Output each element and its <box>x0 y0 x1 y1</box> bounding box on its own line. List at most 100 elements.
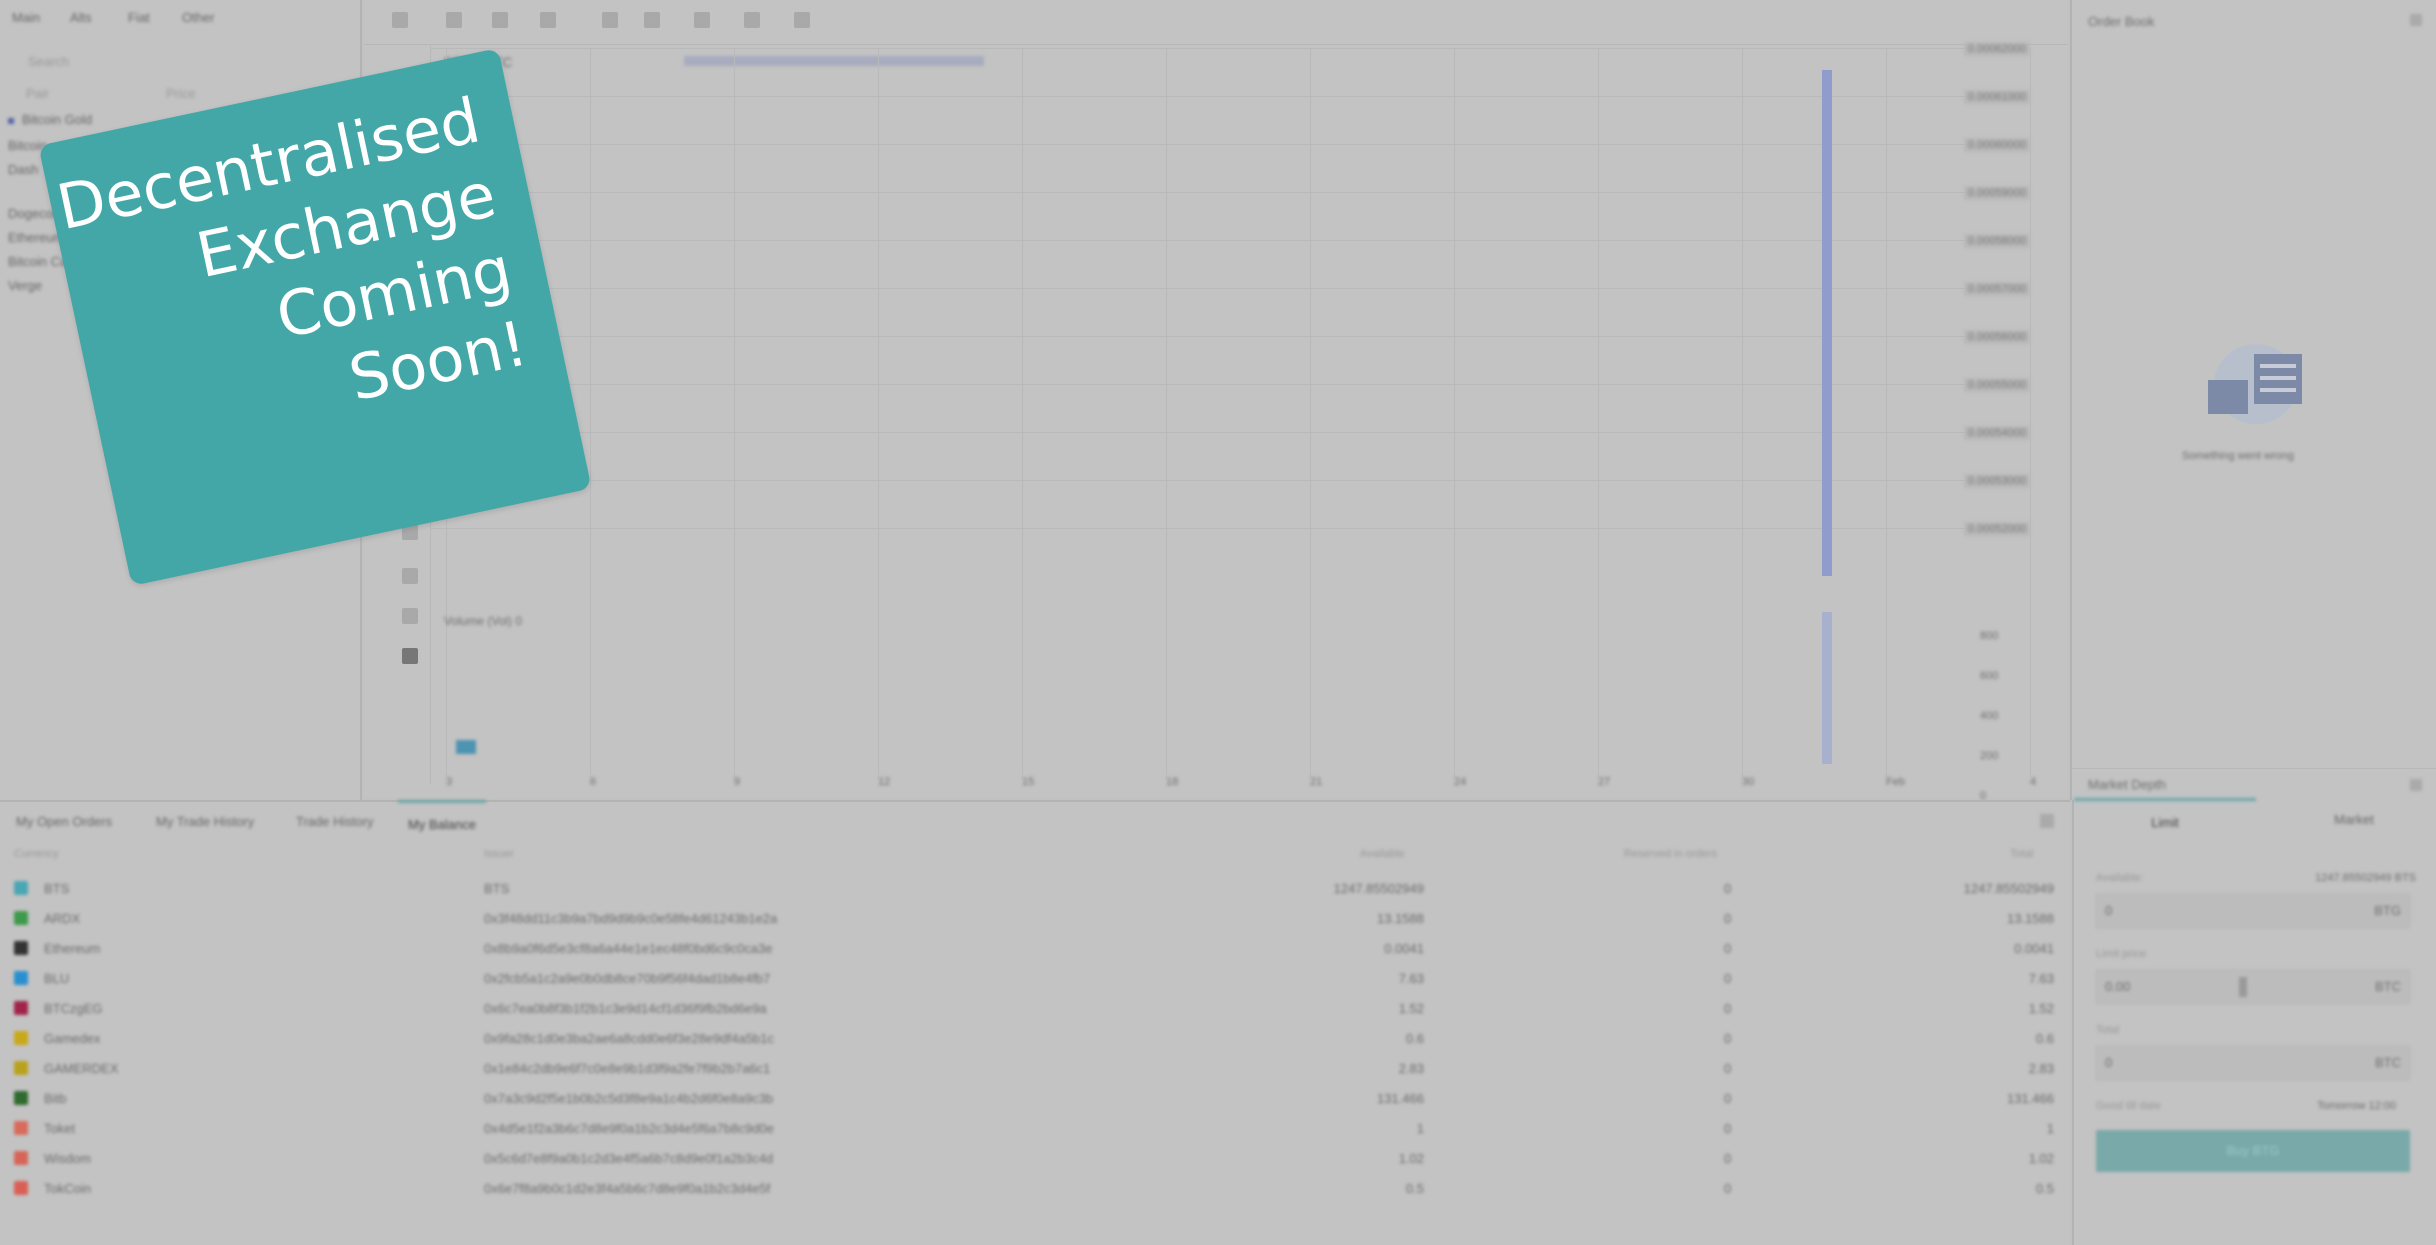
table-row[interactable]: Toket 0x4d5e1f2a3b6c7d8e9f0a1b2c3d4e5f6a7… <box>0 1114 2070 1144</box>
undo-icon[interactable] <box>694 12 710 28</box>
amount-field[interactable]: 0 BTG <box>2096 894 2410 928</box>
magnet-icon[interactable] <box>402 568 418 584</box>
price-candle <box>1822 70 1832 576</box>
tab-fiat[interactable]: Fiat <box>128 10 150 25</box>
currency-cell: BTCzgEG <box>44 1001 103 1016</box>
reserved-cell: 0 <box>1724 1031 1732 1046</box>
column-pair[interactable]: Pair <box>26 86 49 101</box>
issuer-cell: 0x9fa28c1d0e3ba2ae6a8cdd0e6f3e28e9df4a5b… <box>484 1031 774 1046</box>
total-cell: 2.83 <box>2028 1061 2054 1076</box>
issuer-cell: 0x6e7f8a9b0c1d2e3f4a5b6c7d8e9f0a1b2c3d4e… <box>484 1181 771 1196</box>
table-row[interactable]: Gamedex 0x9fa28c1d0e3ba2ae6a8cdd0e6f3e28e… <box>0 1024 2070 1054</box>
table-row[interactable]: TokCoin 0x6e7f8a9b0c1d2e3f4a5b6c7d8e9f0a1… <box>0 1174 2070 1204</box>
grid-line <box>430 192 1990 193</box>
coin-icon <box>14 971 28 985</box>
tab-my-open-orders[interactable]: My Open Orders <box>6 814 122 829</box>
grid-line <box>1022 48 1023 778</box>
currency-cell: Gamedex <box>44 1031 101 1046</box>
grid-line <box>1886 48 1887 778</box>
table-row[interactable]: BLU 0x2fcb5a1c2a9e0b0db8ce70b9f56f4dad1b8… <box>0 964 2070 994</box>
price-stepper-icon[interactable] <box>2239 977 2247 997</box>
price-tick: 0.00062000 <box>1963 42 2030 56</box>
lock-icon[interactable] <box>402 608 418 624</box>
table-row[interactable]: Wisdom 0x5c6d7e8f9a0b1c2d3e4f5a6b7c8d9e0f… <box>0 1144 2070 1174</box>
issuer-cell: BTS <box>484 881 510 896</box>
column-issuer[interactable]: Issuer <box>484 848 514 860</box>
time-tick: 4 <box>2030 776 2037 788</box>
settings-icon[interactable] <box>2040 814 2054 828</box>
table-row[interactable]: BTS BTS 1247.85502949 0 1247.85502949 <box>0 874 2070 904</box>
grid-line <box>1310 48 1311 778</box>
reserved-cell: 0 <box>1724 971 1732 986</box>
table-row[interactable]: GAMERDEX 0x1e84c2db9e6f7c0e8e9b1d3f9a2fe7… <box>0 1054 2070 1084</box>
reserved-cell: 0 <box>1724 881 1732 896</box>
tab-main[interactable]: Main <box>12 10 40 25</box>
column-price[interactable]: Price <box>166 86 196 101</box>
price-input[interactable]: 0.00 <box>2105 979 2130 994</box>
tab-alts[interactable]: Alts <box>70 10 92 25</box>
coming-soon-banner: Decentralised Exchange Coming Soon! <box>38 48 592 586</box>
indicator-icon[interactable] <box>492 12 508 28</box>
buy-button[interactable]: Buy BTG <box>2096 1130 2410 1172</box>
reserved-cell: 0 <box>1724 1121 1732 1136</box>
market-name: Dash <box>8 162 39 177</box>
table-row[interactable]: Ethereum 0x8b9a0f6d5e3cf8a6a44e1e1ec48f0b… <box>0 934 2070 964</box>
reserved-cell: 0 <box>1724 1001 1732 1016</box>
market-row[interactable]: Verge <box>8 278 42 293</box>
time-tick: Feb <box>1886 776 1905 788</box>
timeframe-icon[interactable] <box>392 12 408 28</box>
collapse-icon[interactable] <box>2410 14 2422 26</box>
screenshot-icon[interactable] <box>644 12 660 28</box>
amount-input[interactable]: 0 <box>2105 903 2112 918</box>
tab-trade-history[interactable]: Trade History <box>286 814 384 829</box>
column-total[interactable]: Total <box>2010 848 2033 860</box>
tab-my-trade-history[interactable]: My Trade History <box>146 814 264 829</box>
price-tick: 0.00060000 <box>1963 138 2030 152</box>
tab-limit[interactable]: Limit <box>2074 798 2256 830</box>
market-depth-header: Market Depth <box>2070 768 2436 800</box>
reserved-cell: 0 <box>1724 1181 1732 1196</box>
currency-cell: GAMERDEX <box>44 1061 119 1076</box>
price-tick: 0.00054000 <box>1963 426 2030 440</box>
selected-marker-icon <box>8 117 14 124</box>
tab-my-balance[interactable]: My Balance <box>398 800 486 832</box>
price-tick: 0.00061000 <box>1963 90 2030 104</box>
tab-other[interactable]: Other <box>182 10 215 25</box>
total-input[interactable]: 0 <box>2105 1055 2112 1070</box>
market-row[interactable]: Bitcoin Gold <box>8 112 92 127</box>
compare-icon[interactable] <box>540 12 556 28</box>
grid-line <box>2030 48 2031 778</box>
grid-line <box>1742 48 1743 778</box>
issuer-cell: 0x4d5e1f2a3b6c7d8e9f0a1b2c3d4e5f6a7b8c9d… <box>484 1121 774 1136</box>
expiry-label: Good till date <box>2096 1100 2161 1112</box>
trash-icon[interactable] <box>402 648 418 664</box>
price-chart[interactable]: BTG / BTC Volume (Vol) 0 0.000620000.000… <box>364 0 2068 802</box>
balance-label: Available: <box>2096 872 2144 884</box>
column-currency[interactable]: Currency <box>14 848 59 860</box>
search-input[interactable]: Search <box>28 54 69 69</box>
market-row[interactable]: Dash <box>8 162 38 177</box>
table-row[interactable]: ARDX 0x3f48dd11c3b9a7bd9d9b9c0e58fe4d6124… <box>0 904 2070 934</box>
available-cell: 2.83 <box>1398 1061 1424 1076</box>
candle-type-icon[interactable] <box>446 12 462 28</box>
column-available[interactable]: Available <box>1360 848 1404 860</box>
issuer-cell: 0x5c6d7e8f9a0b1c2d3e4f5a6b7c8d9e0f1a2b3c… <box>484 1151 774 1166</box>
table-row[interactable]: Bitb 0x7a3c9d2f5e1b0b2c5d3f8e9a1c4b2d6f0e… <box>0 1084 2070 1114</box>
redo-icon[interactable] <box>744 12 760 28</box>
column-reserved[interactable]: Reserved in orders <box>1624 848 1717 860</box>
coin-icon <box>14 1181 28 1195</box>
grid-line <box>1166 48 1167 778</box>
table-row[interactable]: BTCzgEG 0x6c7ea0b8f3b1f2b1c3e9d14cf1d36f9… <box>0 994 2070 1024</box>
time-tick: 24 <box>1454 776 1467 788</box>
collapse-icon[interactable] <box>2410 779 2422 791</box>
total-field[interactable]: 0 BTC <box>2096 1046 2410 1080</box>
available-cell: 1.02 <box>1398 1151 1424 1166</box>
volume-label: Volume (Vol) 0 <box>444 614 523 628</box>
grid-line <box>430 432 1990 433</box>
fullscreen-icon[interactable] <box>794 12 810 28</box>
expiry-select[interactable]: Tomorrow 12:00 <box>2317 1100 2396 1112</box>
tab-market[interactable]: Market <box>2264 812 2436 827</box>
price-field[interactable]: 0.00 BTC <box>2096 970 2410 1004</box>
price-tick: 0.00055000 <box>1963 378 2030 392</box>
settings-icon[interactable] <box>602 12 618 28</box>
